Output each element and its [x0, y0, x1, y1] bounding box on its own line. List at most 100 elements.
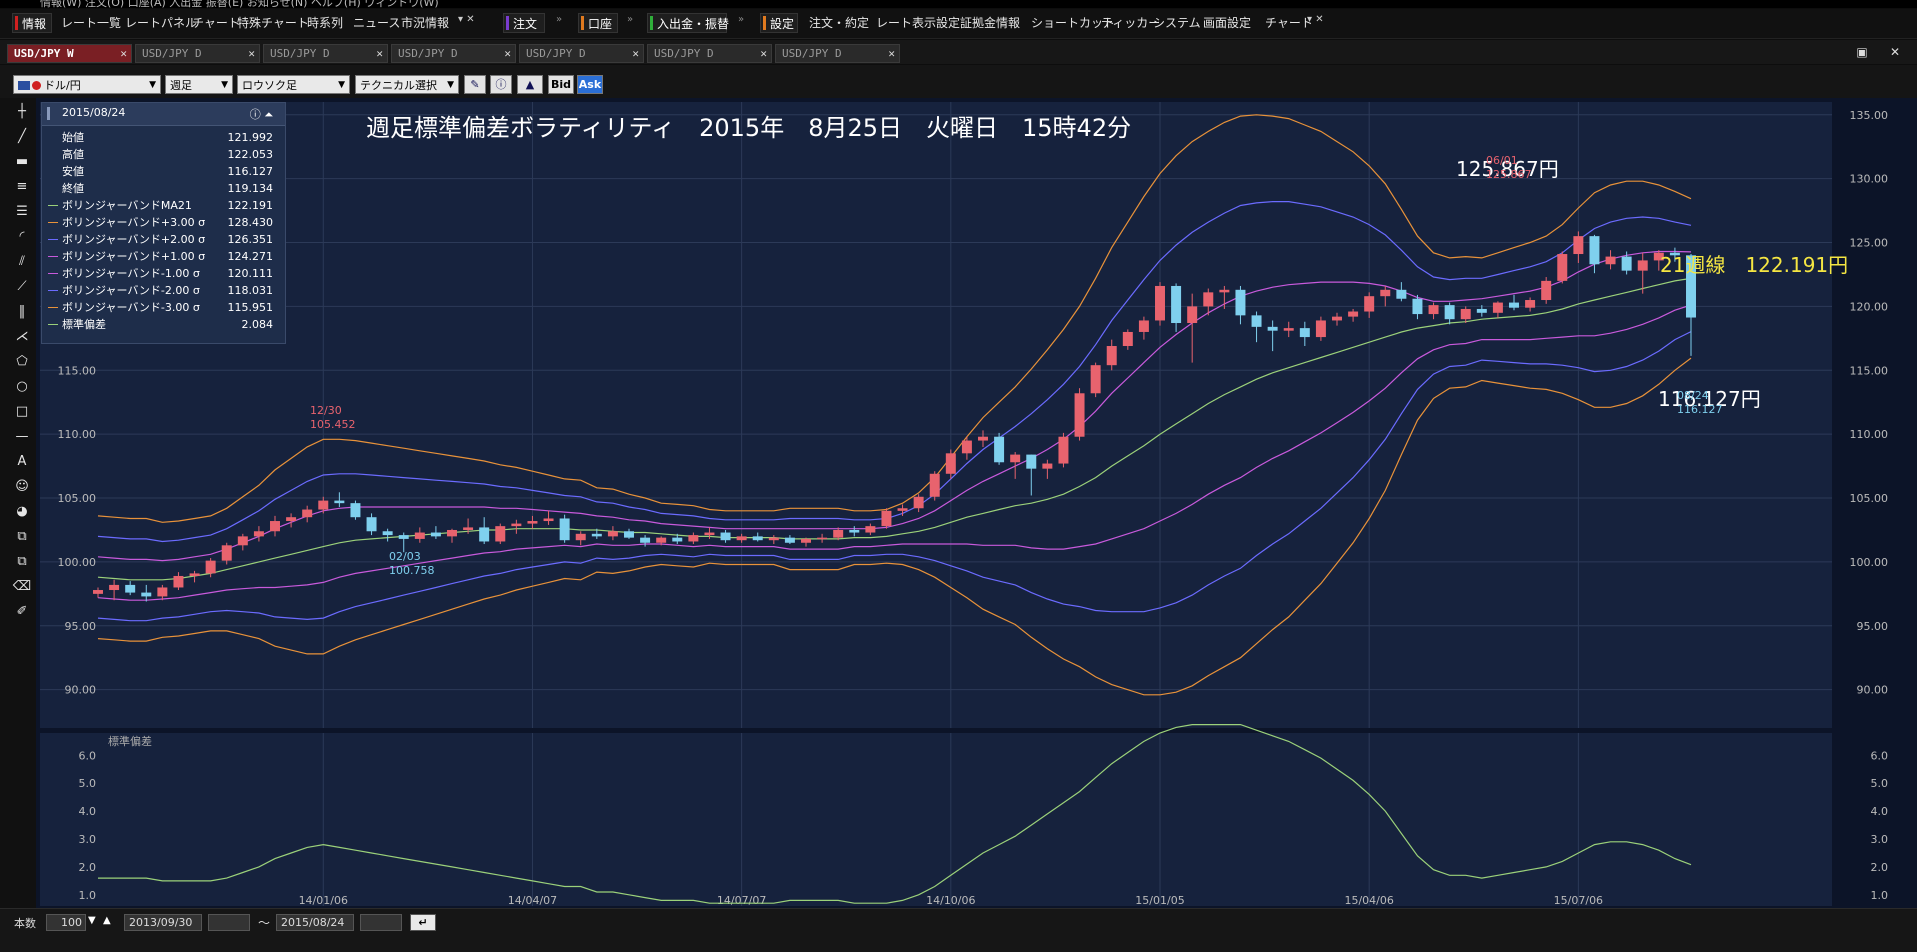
tab-4[interactable]: USD/JPY D ✕ [519, 44, 644, 63]
tab-close-icon[interactable]: ✕ [248, 45, 255, 62]
from-time-input[interactable] [208, 914, 250, 931]
chart-area[interactable]: 135.00135.00130.00130.00125.00125.00120.… [36, 98, 1917, 908]
candle-body [1283, 328, 1294, 331]
menu-time-series[interactable]: 時系列 [304, 14, 346, 32]
info-row-label: 始値 [62, 131, 84, 144]
area-chart-icon[interactable]: ▲ [517, 75, 543, 94]
erase-all-icon[interactable]: ✐ [12, 602, 32, 622]
chart-toolbar: ドル/円 ▼ 週足 ▼ ロウソク足 ▼ テクニカル選択 ▼ ✎ ⓘ ▲ Bid Ask [0, 65, 1917, 98]
tab-0[interactable]: USD/JPY W ✕ [7, 44, 132, 63]
tab-3[interactable]: USD/JPY D ✕ [391, 44, 516, 63]
fib-icon[interactable]: ☰ [12, 202, 32, 222]
candle-body [286, 517, 297, 522]
to-date-input[interactable]: 2015/08/24 [276, 914, 354, 931]
tab-5[interactable]: USD/JPY D ✕ [647, 44, 772, 63]
ask-button[interactable]: Ask [577, 75, 603, 94]
style-select[interactable]: ロウソク足 ▼ [237, 75, 350, 94]
y-tick-label-right: 100.00 [1850, 556, 1889, 569]
info-icon[interactable]: ⓘ [490, 75, 512, 94]
order-button[interactable]: 注文 [503, 13, 545, 33]
tab-close-icon[interactable]: ✕ [376, 45, 383, 62]
line-icon[interactable]: ╱ [12, 127, 32, 147]
menu-system[interactable]: システム [1150, 14, 1204, 32]
rectangle-icon[interactable]: □ [12, 402, 32, 422]
hline-icon[interactable]: — [12, 427, 32, 447]
menu-market-info[interactable]: 市況情報 [398, 14, 452, 32]
candle-body [1460, 308, 1471, 320]
clone-icon[interactable]: ⧉ [12, 552, 32, 572]
account-button[interactable]: 口座 [578, 13, 618, 33]
magnet-icon[interactable]: ◕ [12, 502, 32, 522]
circle-icon[interactable]: ○ [12, 377, 32, 397]
info-row: ボリンジャーバンド+1.00 σ 124.271 [42, 248, 285, 265]
tab-1[interactable]: USD/JPY D ✕ [135, 44, 260, 63]
refresh-icon[interactable]: ↵ [410, 914, 436, 931]
menu-special-chart[interactable]: 特殊チャート [234, 14, 312, 32]
crosshair-icon[interactable]: ┼ [12, 102, 32, 122]
menu-order-fill[interactable]: 注文・約定 [806, 14, 872, 32]
candle-body [1058, 436, 1069, 464]
eraser-icon[interactable]: ⌫ [12, 577, 32, 597]
menu-screen-settings[interactable]: 画面設定 [1200, 14, 1254, 32]
tab-close-icon[interactable]: ✕ [632, 45, 639, 62]
candle-body [1155, 285, 1165, 321]
candle-body [511, 523, 522, 527]
candle-body [1509, 302, 1519, 308]
candle-body [672, 537, 683, 542]
ohlc-info-panel[interactable]: 2015/08/24 ⓘ ⏶ 始値 121.992 高値 122.053 安値 116.1… [41, 102, 286, 344]
fan-lines-icon[interactable]: ⟋ [12, 277, 32, 297]
menu-more-dropdown-icon-2[interactable]: ▾ ✕ [1307, 14, 1324, 25]
copy-icon[interactable]: ⧉ [12, 527, 32, 547]
tab-2[interactable]: USD/JPY D ✕ [263, 44, 388, 63]
period-select[interactable]: 週足 ▼ [165, 75, 233, 94]
panel-collapse-icon[interactable]: ⓘ ⏶ [250, 106, 273, 122]
deposit-button[interactable]: 入出金・振替 [647, 13, 729, 33]
candle-body [1171, 285, 1182, 324]
tab-close-icon[interactable]: ✕ [120, 45, 127, 62]
title-menu-text: 情報(W) 注文(O) 口座(A) 入出金 振替(E) お知らせ(N) ヘルプ(… [40, 0, 439, 8]
candle-body [752, 536, 763, 541]
vlines-icon[interactable]: ‖ [12, 302, 32, 322]
technical-select[interactable]: テクニカル選択 ▼ [355, 75, 459, 94]
info-row-label: 安値 [62, 165, 84, 178]
tab-6[interactable]: USD/JPY D ✕ [775, 44, 900, 63]
text-icon[interactable]: A [12, 452, 32, 472]
menu-rate-list[interactable]: レート一覧 [58, 14, 124, 32]
from-date-input[interactable]: 2013/09/30 [124, 914, 202, 931]
settings-button[interactable]: 設定 [760, 13, 798, 33]
pen-icon[interactable]: ✎ [464, 75, 486, 94]
info-menu-button[interactable]: 情報 [12, 13, 52, 33]
candle-body [1251, 315, 1262, 327]
close-window-icon[interactable]: ✕ [1886, 44, 1904, 60]
menu-margin-info[interactable]: 証拠金情報 [957, 14, 1023, 32]
candle-body [447, 529, 457, 537]
account-mark-icon [581, 16, 584, 30]
line-marker-icon [48, 222, 58, 223]
menu-news[interactable]: ニュース [350, 14, 403, 32]
hlines-icon[interactable]: ≡ [12, 177, 32, 197]
menu-more-dropdown-icon[interactable]: ▾ ✕ [458, 14, 475, 25]
tab-close-icon[interactable]: ✕ [888, 45, 895, 62]
count-up-icon[interactable]: ▲ [103, 915, 111, 926]
drag-handle-icon[interactable] [47, 107, 50, 120]
mark-1230-date: 12/30 [310, 404, 342, 417]
tab-close-icon[interactable]: ✕ [504, 45, 511, 62]
pitchfork-icon[interactable]: ⋌ [12, 327, 32, 347]
to-time-input[interactable] [360, 914, 402, 931]
tab-close-icon[interactable]: ✕ [760, 45, 767, 62]
count-input[interactable]: 100 [46, 914, 86, 931]
bid-button[interactable]: Bid [548, 75, 574, 94]
channel-icon[interactable]: ⫽ [12, 252, 32, 272]
menu-scroll-icon: » [556, 14, 563, 25]
icon-stamp-icon[interactable]: ☺ [12, 477, 32, 497]
maximize-icon[interactable]: ▣ [1853, 44, 1871, 60]
pair-select[interactable]: ドル/円 ▼ [13, 75, 161, 94]
candle-body [640, 537, 651, 543]
ruler-icon[interactable]: ▬ [12, 152, 32, 172]
candle-body [784, 537, 795, 543]
fan-icon[interactable]: ◜ [12, 227, 32, 247]
pentagon-icon[interactable]: ⬠ [12, 352, 32, 372]
count-down-icon[interactable]: ▼ [88, 915, 96, 926]
menu-rate-display[interactable]: レート表示設定 [873, 14, 963, 32]
order-label: 注文 [513, 17, 538, 31]
